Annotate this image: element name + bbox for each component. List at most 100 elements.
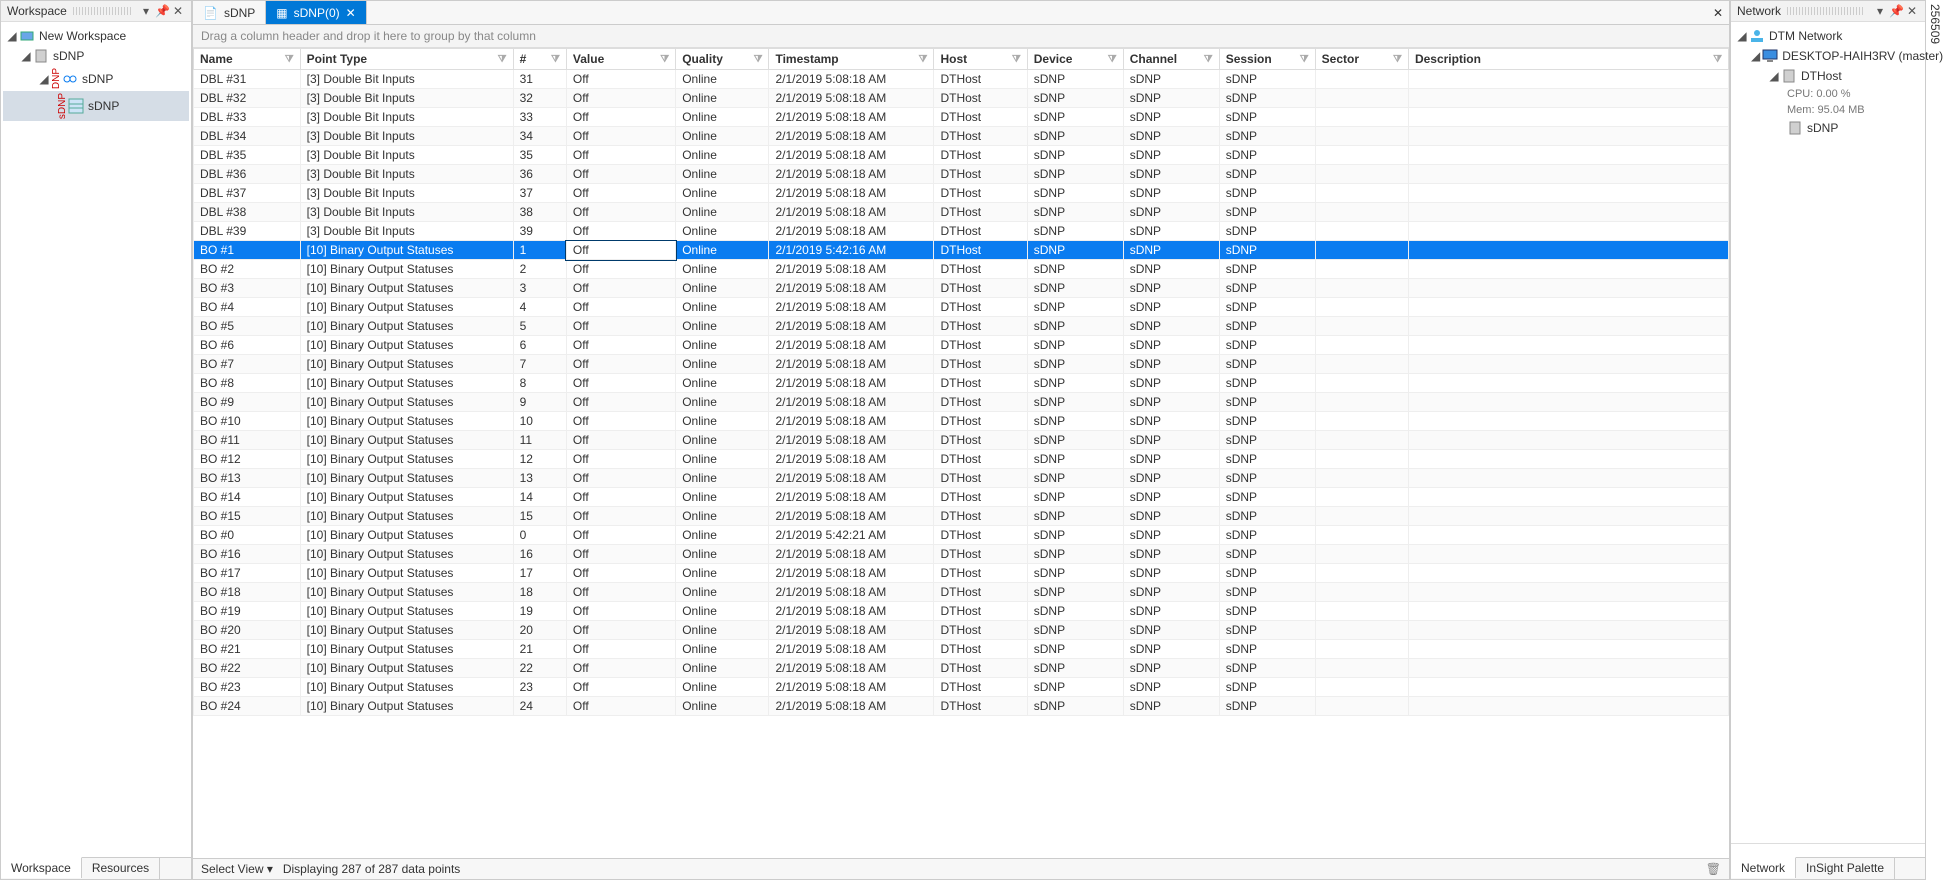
table-row[interactable]: BO #4[10] Binary Output Statuses4OffOnli…	[194, 298, 1729, 317]
col-header-host[interactable]: Host⧩	[934, 49, 1027, 70]
col-header-pointtype[interactable]: Point Type⧩	[300, 49, 513, 70]
filter-icon[interactable]: ⧩	[1713, 54, 1722, 65]
table-row[interactable]: DBL #31[3] Double Bit Inputs31OffOnline2…	[194, 70, 1729, 89]
col-header-quality[interactable]: Quality⧩	[676, 49, 769, 70]
table-row[interactable]: BO #10[10] Binary Output Statuses10OffOn…	[194, 412, 1729, 431]
dropdown-icon[interactable]: ▾	[1873, 4, 1887, 18]
table-row[interactable]: DBL #35[3] Double Bit Inputs35OffOnline2…	[194, 146, 1729, 165]
tree-node-sdnp2[interactable]: ◢ DNP sDNP	[3, 66, 189, 91]
tab-network[interactable]: Network	[1731, 857, 1796, 878]
tab-insight[interactable]: InSight Palette	[1796, 858, 1895, 879]
table-row[interactable]: BO #1[10] Binary Output Statuses1OffOnli…	[194, 241, 1729, 260]
table-row[interactable]: DBL #33[3] Double Bit Inputs33OffOnline2…	[194, 108, 1729, 127]
close-icon[interactable]: ✕	[346, 6, 356, 20]
cell-pointtype: [3] Double Bit Inputs	[300, 184, 513, 203]
chevron-down-icon[interactable]: ◢	[7, 29, 17, 43]
doc-tab-sdnp0[interactable]: ▦ sDNP(0) ✕	[266, 1, 366, 24]
table-row[interactable]: BO #17[10] Binary Output Statuses17OffOn…	[194, 564, 1729, 583]
table-row[interactable]: DBL #39[3] Double Bit Inputs39OffOnline2…	[194, 222, 1729, 241]
filter-icon[interactable]: ⧩	[1300, 54, 1309, 65]
table-row[interactable]: BO #14[10] Binary Output Statuses14OffOn…	[194, 488, 1729, 507]
table-row[interactable]: DBL #34[3] Double Bit Inputs34OffOnline2…	[194, 127, 1729, 146]
network-sdnp[interactable]: sDNP	[1733, 118, 1923, 138]
cell-channel: sDNP	[1123, 279, 1219, 298]
table-row[interactable]: DBL #38[3] Double Bit Inputs38OffOnline2…	[194, 203, 1729, 222]
table-row[interactable]: BO #13[10] Binary Output Statuses13OffOn…	[194, 469, 1729, 488]
table-row[interactable]: BO #19[10] Binary Output Statuses19OffOn…	[194, 602, 1729, 621]
network-hscroll[interactable]	[1731, 843, 1925, 857]
table-row[interactable]: BO #16[10] Binary Output Statuses16OffOn…	[194, 545, 1729, 564]
filter-icon[interactable]: ⧩	[919, 54, 928, 65]
col-header-device[interactable]: Device⧩	[1027, 49, 1123, 70]
cell-device: sDNP	[1027, 412, 1123, 431]
table-row[interactable]: BO #0[10] Binary Output Statuses0OffOnli…	[194, 526, 1729, 545]
filter-icon[interactable]: ⧩	[754, 54, 763, 65]
chevron-down-icon[interactable]: ◢	[1751, 49, 1760, 63]
table-row[interactable]: DBL #36[3] Double Bit Inputs36OffOnline2…	[194, 165, 1729, 184]
select-view-button[interactable]: Select View ▾	[201, 862, 273, 876]
table-row[interactable]: BO #5[10] Binary Output Statuses5OffOnli…	[194, 317, 1729, 336]
col-header-name[interactable]: Name⧩	[194, 49, 301, 70]
table-row[interactable]: DBL #32[3] Double Bit Inputs32OffOnline2…	[194, 89, 1729, 108]
col-header-num[interactable]: #⧩	[513, 49, 566, 70]
network-host[interactable]: ◢ DTHost	[1733, 66, 1923, 86]
table-row[interactable]: BO #6[10] Binary Output Statuses6OffOnli…	[194, 336, 1729, 355]
tree-node-sdnp3[interactable]: sDNP sDNP	[3, 91, 189, 121]
tab-resources[interactable]: Resources	[82, 858, 160, 879]
chevron-down-icon[interactable]: ◢	[39, 72, 49, 86]
filter-icon[interactable]: ⧩	[498, 54, 507, 65]
table-row[interactable]: BO #3[10] Binary Output Statuses3OffOnli…	[194, 279, 1729, 298]
col-header-value[interactable]: Value⧩	[566, 49, 675, 70]
table-row[interactable]: BO #18[10] Binary Output Statuses18OffOn…	[194, 583, 1729, 602]
table-row[interactable]: BO #23[10] Binary Output Statuses23OffOn…	[194, 678, 1729, 697]
cell-session: sDNP	[1219, 621, 1315, 640]
col-header-description[interactable]: Description⧩	[1408, 49, 1728, 70]
close-icon[interactable]: ✕	[171, 4, 185, 18]
col-header-session[interactable]: Session⧩	[1219, 49, 1315, 70]
network-desktop[interactable]: ◢ DESKTOP-HAIH3RV (master)	[1733, 46, 1923, 66]
table-row[interactable]: BO #22[10] Binary Output Statuses22OffOn…	[194, 659, 1729, 678]
dropdown-icon[interactable]: ▾	[139, 4, 153, 18]
cell-sector	[1315, 469, 1408, 488]
trash-icon[interactable]: 🗑	[1706, 862, 1721, 876]
table-row[interactable]: BO #24[10] Binary Output Statuses24OffOn…	[194, 697, 1729, 716]
filter-icon[interactable]: ⧩	[1393, 54, 1402, 65]
pin-icon[interactable]: 📌	[1889, 4, 1903, 18]
filter-icon[interactable]: ⧩	[285, 54, 294, 65]
pin-icon[interactable]: 📌	[155, 4, 169, 18]
col-header-timestamp[interactable]: Timestamp⧩	[769, 49, 934, 70]
data-grid-scroll[interactable]: Name⧩Point Type⧩#⧩Value⧩Quality⧩Timestam…	[193, 48, 1729, 858]
chevron-down-icon[interactable]: ◢	[1737, 29, 1747, 43]
filter-icon[interactable]: ⧩	[1108, 54, 1117, 65]
group-by-bar[interactable]: Drag a column header and drop it here to…	[193, 25, 1729, 48]
tab-workspace[interactable]: Workspace	[1, 857, 82, 878]
cell-session: sDNP	[1219, 127, 1315, 146]
table-row[interactable]: BO #2[10] Binary Output Statuses2OffOnli…	[194, 260, 1729, 279]
tree-node-sdnp1[interactable]: ◢ sDNP	[3, 46, 189, 66]
network-root[interactable]: ◢ DTM Network	[1733, 26, 1923, 46]
table-row[interactable]: DBL #37[3] Double Bit Inputs37OffOnline2…	[194, 184, 1729, 203]
chevron-down-icon[interactable]: ◢	[21, 49, 31, 63]
filter-icon[interactable]: ⧩	[660, 54, 669, 65]
tree-root[interactable]: ◢ New Workspace	[3, 26, 189, 46]
table-row[interactable]: BO #15[10] Binary Output Statuses15OffOn…	[194, 507, 1729, 526]
filter-icon[interactable]: ⧩	[1204, 54, 1213, 65]
cell-quality: Online	[676, 507, 769, 526]
table-row[interactable]: BO #8[10] Binary Output Statuses8OffOnli…	[194, 374, 1729, 393]
col-header-channel[interactable]: Channel⧩	[1123, 49, 1219, 70]
cell-timestamp: 2/1/2019 5:08:18 AM	[769, 336, 934, 355]
filter-icon[interactable]: ⧩	[551, 54, 560, 65]
table-row[interactable]: BO #12[10] Binary Output Statuses12OffOn…	[194, 450, 1729, 469]
chevron-down-icon[interactable]: ◢	[1769, 69, 1779, 83]
close-all-icon[interactable]: ✕	[1707, 6, 1729, 20]
filter-icon[interactable]: ⧩	[1012, 54, 1021, 65]
cell-timestamp: 2/1/2019 5:08:18 AM	[769, 583, 934, 602]
table-row[interactable]: BO #21[10] Binary Output Statuses21OffOn…	[194, 640, 1729, 659]
doc-tab-sdnp[interactable]: 📄 sDNP	[193, 1, 266, 24]
close-icon[interactable]: ✕	[1905, 4, 1919, 18]
table-row[interactable]: BO #20[10] Binary Output Statuses20OffOn…	[194, 621, 1729, 640]
table-row[interactable]: BO #7[10] Binary Output Statuses7OffOnli…	[194, 355, 1729, 374]
table-row[interactable]: BO #11[10] Binary Output Statuses11OffOn…	[194, 431, 1729, 450]
col-header-sector[interactable]: Sector⧩	[1315, 49, 1408, 70]
table-row[interactable]: BO #9[10] Binary Output Statuses9OffOnli…	[194, 393, 1729, 412]
